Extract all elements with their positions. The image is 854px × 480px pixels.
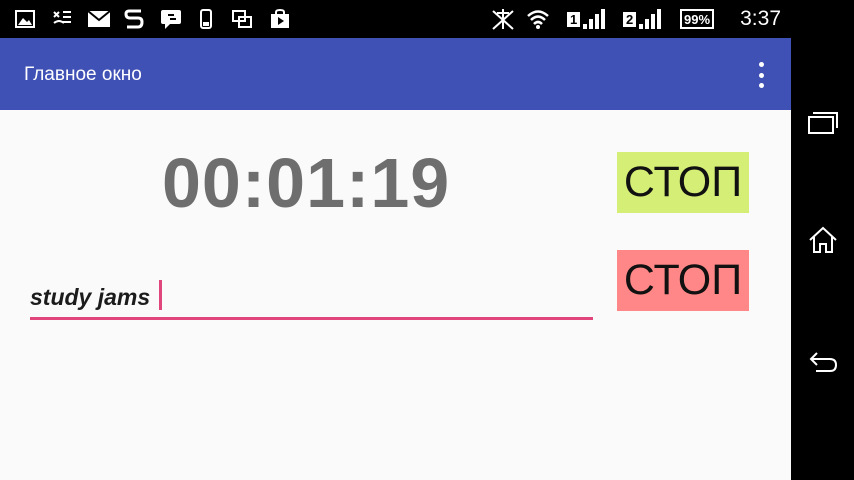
sim2-signal-icon: 2 <box>623 8 662 30</box>
sim1-badge: 1 <box>567 11 581 27</box>
page-title: Главное окно <box>24 64 142 85</box>
app-s-icon <box>124 8 144 30</box>
sim1-signal-icon: 1 <box>567 8 606 30</box>
back-icon[interactable] <box>791 332 854 392</box>
navigation-bar <box>791 0 854 480</box>
home-icon[interactable] <box>791 210 854 270</box>
store-icon <box>269 8 291 30</box>
battery-body: 99% <box>680 9 715 29</box>
no-signal-icon <box>490 8 516 30</box>
email-icon <box>87 8 111 30</box>
chat-icon <box>160 8 182 30</box>
main-content: 00:01:19 СТОП СТОП study jams <box>0 110 791 480</box>
wifi-icon <box>526 8 550 30</box>
overflow-dot <box>758 72 764 78</box>
stop-button-red[interactable]: СТОП <box>617 250 749 311</box>
stop-button-green[interactable]: СТОП <box>617 152 749 213</box>
missed-call-icon <box>52 8 74 30</box>
task-input[interactable]: study jams <box>30 276 593 320</box>
more-vert-icon[interactable] <box>751 60 771 90</box>
app-bar: Главное окно <box>0 38 791 110</box>
phone-icon <box>199 8 213 30</box>
timer-display: 00:01:19 <box>162 144 451 222</box>
overflow-dot <box>758 62 764 67</box>
sim2-badge: 2 <box>623 11 637 27</box>
status-bar: 1 2 99% 3:37 <box>0 0 791 38</box>
status-clock: 3:37 <box>740 7 781 30</box>
text-cursor <box>159 280 162 310</box>
task-input-value: study jams <box>30 284 151 310</box>
battery-icon: 99% <box>680 8 715 30</box>
screen-icon <box>232 8 252 30</box>
overflow-dot <box>758 83 764 88</box>
recent-apps-icon[interactable] <box>791 92 854 152</box>
battery-percent: 99% <box>684 11 711 27</box>
gallery-icon <box>15 8 35 30</box>
